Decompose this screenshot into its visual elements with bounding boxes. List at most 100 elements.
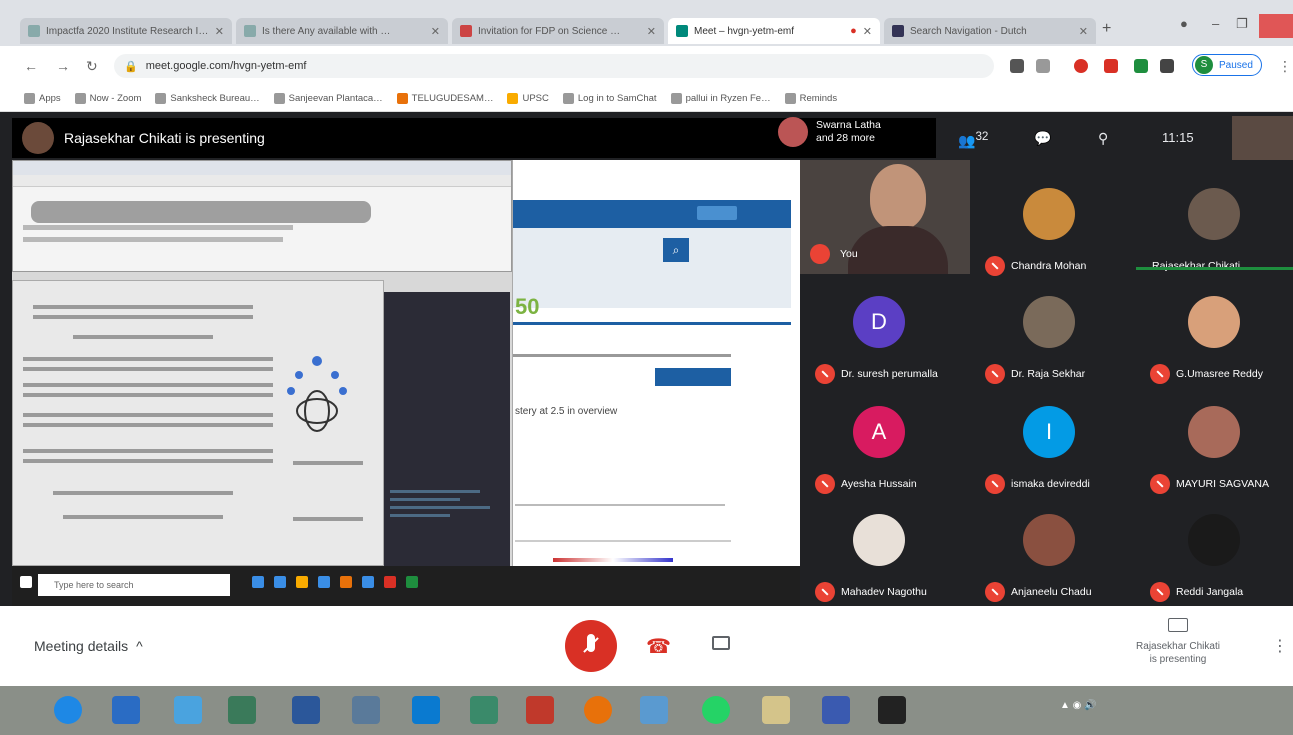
- participant-tile[interactable]: Dr. Raja Sekhar: [975, 284, 1125, 388]
- star-icon[interactable]: [1036, 59, 1050, 73]
- bookmark-icon: [784, 93, 796, 104]
- address-bar[interactable]: 🔒 meet.google.com/hvgn-yetm-emf: [114, 54, 994, 78]
- activities-icon[interactable]: ⚲: [1098, 130, 1108, 147]
- checkmark-icon[interactable]: [1134, 59, 1148, 73]
- participant-name: You: [840, 248, 858, 260]
- bookmark-item[interactable]: Now - Zoom: [74, 93, 141, 104]
- avatar: S: [1195, 56, 1213, 74]
- text-line: [23, 449, 273, 453]
- participant-tile[interactable]: A Ayesha Hussain: [805, 394, 955, 498]
- bookmark-icon: [562, 93, 574, 104]
- extension-icon[interactable]: [1104, 59, 1118, 73]
- bookmark-item[interactable]: TELUGUDESAM…: [396, 93, 493, 104]
- reload-icon[interactable]: ↻: [86, 58, 98, 75]
- present-now-button[interactable]: Rajasekhar Chikati is presenting: [1116, 618, 1240, 666]
- bookmark-item[interactable]: Sanksheck Bureau…: [155, 93, 260, 104]
- viewers-indicator: Swarna Latha and 28 more: [778, 117, 881, 147]
- maximize-icon[interactable]: ❐: [1236, 16, 1248, 32]
- mic-off-icon: [1150, 474, 1170, 494]
- forward-icon[interactable]: →: [56, 58, 70, 74]
- avatar: D: [853, 296, 905, 348]
- browser-tab[interactable]: Search Navigation - Dutch ✕: [884, 18, 1096, 44]
- bookmark-item[interactable]: pallui in Ryzen Fe…: [670, 93, 771, 104]
- extensions-puzzle-icon[interactable]: [1160, 59, 1174, 73]
- participant-tile[interactable]: Reddi Jangala: [1140, 502, 1290, 606]
- bookmark-item[interactable]: Reminds: [784, 93, 837, 104]
- bookmark-item[interactable]: UPSC: [507, 93, 549, 104]
- app-icon[interactable]: [352, 696, 380, 724]
- web-header: [513, 200, 791, 228]
- divider: [513, 354, 731, 357]
- participant-video-you[interactable]: You: [800, 160, 970, 274]
- participant-tile[interactable]: MAYURI SAGVANA: [1140, 394, 1290, 498]
- participant-tile[interactable]: G.Umasree Reddy: [1140, 284, 1290, 388]
- meeting-stage: Rajasekhar Chikati is presenting Swarna …: [0, 112, 1293, 606]
- self-view-thumbnail[interactable]: [1232, 116, 1293, 160]
- participant-tile[interactable]: Mahadev Nagothu: [805, 502, 955, 606]
- more-icon[interactable]: ⋮: [1272, 636, 1288, 656]
- browser-tab-active[interactable]: Meet – hvgn-yetm-emf ● ✕: [668, 18, 880, 44]
- app-icon[interactable]: [878, 696, 906, 724]
- shared-window-editor: [12, 160, 512, 272]
- participant-tile[interactable]: Anjaneelu Chadu: [975, 502, 1125, 606]
- app-icon[interactable]: [228, 696, 256, 724]
- whatsapp-icon[interactable]: [702, 696, 730, 724]
- presenter-avatar: [22, 122, 54, 154]
- app-icon[interactable]: [412, 696, 440, 724]
- close-tab-icon[interactable]: ✕: [431, 25, 440, 38]
- mic-off-icon: [815, 582, 835, 602]
- firefox-icon[interactable]: [584, 696, 612, 724]
- bookmark-item[interactable]: Sanjeevan Plantaca…: [273, 93, 383, 104]
- camera-permission-icon[interactable]: [1010, 59, 1024, 73]
- app-icon[interactable]: [174, 696, 202, 724]
- participant-face: [870, 164, 926, 230]
- desktop-app-icon[interactable]: [112, 696, 140, 724]
- shared-screen: ⌕ 50 stery at 2.5 in overview Type here …: [12, 160, 800, 606]
- minimize-icon[interactable]: –: [1212, 16, 1219, 31]
- participant-tile-presenter[interactable]: Rajasekhar Chikati: [1140, 176, 1290, 280]
- text-line: [23, 357, 273, 361]
- camera-icon[interactable]: [712, 636, 730, 650]
- account-circle-icon[interactable]: ●: [1180, 16, 1188, 31]
- chat-icon[interactable]: 💬: [1034, 130, 1051, 147]
- people-count[interactable]: 👥32: [958, 130, 988, 150]
- word-icon[interactable]: [292, 696, 320, 724]
- browser-menu-icon[interactable]: ⋮: [1278, 58, 1292, 75]
- close-tab-icon[interactable]: ✕: [863, 25, 872, 38]
- presenter-text: Rajasekhar Chikati is presenting: [64, 130, 265, 146]
- shared-taskbar-search: Type here to search: [38, 574, 230, 596]
- divider: [513, 322, 791, 325]
- system-tray[interactable]: ▲ ◉ 🔊: [1060, 700, 1097, 711]
- text-line: [23, 413, 273, 417]
- back-icon[interactable]: ←: [24, 58, 38, 74]
- text-line: [23, 423, 273, 427]
- profile-paused-button[interactable]: S Paused: [1192, 54, 1262, 76]
- mic-off-button[interactable]: [565, 620, 617, 672]
- bookmark-item[interactable]: Apps: [24, 93, 61, 104]
- browser-tab[interactable]: Invitation for FDP on Science … ✕: [452, 18, 664, 44]
- browser-tab[interactable]: Impactfa 2020 Institute Research Institu…: [20, 18, 232, 44]
- meeting-details-button[interactable]: Meeting details ^: [34, 638, 143, 654]
- close-tab-icon[interactable]: ✕: [1079, 25, 1088, 38]
- app-icon[interactable]: [526, 696, 554, 724]
- edge-browser-icon[interactable]: [54, 696, 82, 724]
- chrome-icon[interactable]: [640, 696, 668, 724]
- file-explorer-icon[interactable]: [762, 696, 790, 724]
- app-icon[interactable]: [470, 696, 498, 724]
- bookmark-item[interactable]: Log in to SamChat: [562, 93, 657, 104]
- hangup-icon[interactable]: ☎: [646, 634, 671, 659]
- participant-tile[interactable]: D Dr. suresh perumalla: [805, 284, 955, 388]
- avatar: [778, 117, 808, 147]
- avatar: [1023, 188, 1075, 240]
- app-icon[interactable]: [822, 696, 850, 724]
- participant-tile[interactable]: I ismaka devireddi: [975, 394, 1125, 498]
- browser-tab[interactable]: Is there Any available with … ✕: [236, 18, 448, 44]
- participant-tile[interactable]: Chandra Mohan: [975, 176, 1125, 280]
- close-tab-icon[interactable]: ✕: [215, 25, 224, 38]
- close-window-button[interactable]: [1259, 14, 1293, 38]
- mic-off-icon: [985, 474, 1005, 494]
- close-tab-icon[interactable]: ✕: [647, 25, 656, 38]
- new-tab-button[interactable]: +: [1102, 20, 1111, 38]
- text-line: [23, 393, 273, 397]
- extension-icon[interactable]: [1074, 59, 1088, 73]
